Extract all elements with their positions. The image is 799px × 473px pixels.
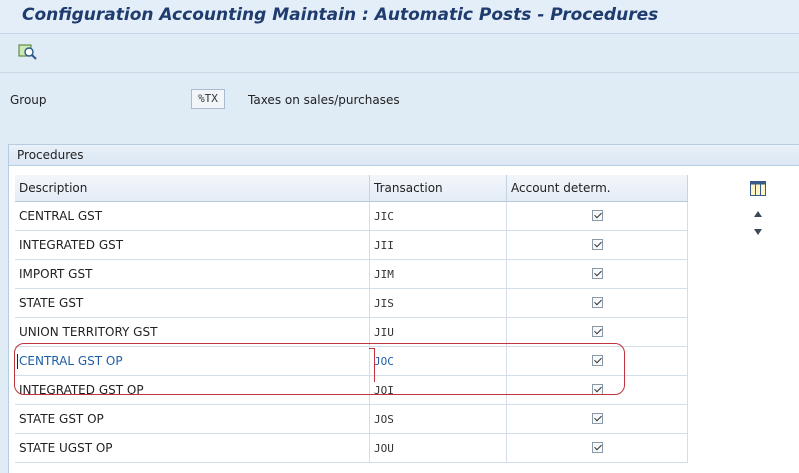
group-description: Taxes on sales/purchases: [248, 93, 400, 107]
account-determ-cell: [507, 289, 688, 318]
toolbar-separator: [0, 72, 799, 73]
table-row[interactable]: CENTRAL GST JIC: [15, 202, 688, 231]
account-determ-cell: [507, 405, 688, 434]
description-cell[interactable]: INTEGRATED GST: [15, 231, 370, 260]
transaction-cell[interactable]: JIS: [370, 289, 507, 318]
transaction-cell[interactable]: JOS: [370, 405, 507, 434]
panel-title: Procedures: [17, 148, 84, 162]
table-row[interactable]: UNION TERRITORY GST JIU: [15, 318, 688, 347]
table-row[interactable]: STATE GST OP JOS: [15, 405, 688, 434]
account-determ-cell: [507, 376, 688, 405]
account-determ-checkbox[interactable]: [592, 384, 603, 395]
table-row[interactable]: INTEGRATED GST OP JOI: [15, 376, 688, 405]
text-cursor: [17, 354, 18, 369]
description-cell[interactable]: CENTRAL GST OP: [15, 347, 370, 376]
table-row[interactable]: STATE UGST OP JOU: [15, 434, 688, 463]
account-determ-cell: [507, 318, 688, 347]
account-determ-checkbox[interactable]: [592, 297, 603, 308]
account-determ-cell: [507, 231, 688, 260]
transaction-cell[interactable]: JOI: [370, 376, 507, 405]
transaction-cell[interactable]: JOU: [370, 434, 507, 463]
scroll-down-icon[interactable]: [752, 226, 764, 236]
transaction-cell[interactable]: JOC: [370, 347, 507, 376]
column-settings-icon[interactable]: [750, 181, 766, 196]
account-determ-checkbox[interactable]: [592, 268, 603, 279]
description-cell[interactable]: INTEGRATED GST OP: [15, 376, 370, 405]
table-row[interactable]: STATE GST JIS: [15, 289, 688, 318]
description-cell[interactable]: STATE UGST OP: [15, 434, 370, 463]
account-determ-checkbox[interactable]: [592, 355, 603, 366]
description-cell[interactable]: UNION TERRITORY GST: [15, 318, 370, 347]
transaction-cell[interactable]: JIC: [370, 202, 507, 231]
toolbar: [0, 34, 799, 70]
panel-header: Procedures: [9, 145, 799, 166]
column-header-transaction[interactable]: Transaction: [370, 175, 507, 202]
details-icon[interactable]: [18, 43, 38, 61]
scroll-up-icon[interactable]: [752, 208, 764, 218]
description-cell[interactable]: CENTRAL GST: [15, 202, 370, 231]
transaction-cell[interactable]: JIM: [370, 260, 507, 289]
description-cell[interactable]: IMPORT GST: [15, 260, 370, 289]
description-cell[interactable]: STATE GST: [15, 289, 370, 318]
table-row[interactable]: CENTRAL GST OP JOC: [15, 347, 688, 376]
transaction-cell[interactable]: JIU: [370, 318, 507, 347]
account-determ-checkbox[interactable]: [592, 413, 603, 424]
account-determ-checkbox[interactable]: [592, 210, 603, 221]
column-header-description[interactable]: Description: [15, 175, 370, 202]
window-title: Configuration Accounting Maintain : Auto…: [22, 5, 659, 25]
account-determ-checkbox[interactable]: [592, 442, 603, 453]
column-header-account-determ[interactable]: Account determ.: [507, 175, 688, 202]
account-determ-cell: [507, 434, 688, 463]
account-determ-cell: [507, 202, 688, 231]
account-determ-cell: [507, 347, 688, 376]
table-row[interactable]: IMPORT GST JIM: [15, 260, 688, 289]
account-determ-cell: [507, 260, 688, 289]
group-field[interactable]: %TX: [191, 89, 225, 109]
table-row[interactable]: INTEGRATED GST JII: [15, 231, 688, 260]
description-cell[interactable]: STATE GST OP: [15, 405, 370, 434]
account-determ-checkbox[interactable]: [592, 326, 603, 337]
group-label: Group: [10, 93, 47, 107]
title-bar: Configuration Accounting Maintain : Auto…: [0, 0, 799, 34]
transaction-cell[interactable]: JII: [370, 231, 507, 260]
account-determ-checkbox[interactable]: [592, 239, 603, 250]
